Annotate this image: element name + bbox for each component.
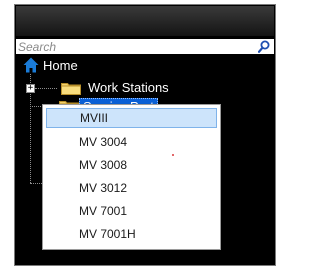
home-icon bbox=[23, 57, 39, 73]
tree-node-home[interactable]: Home bbox=[23, 57, 78, 73]
tree-node-label: Work Stations bbox=[88, 80, 169, 95]
dropdown-item[interactable]: MVIII bbox=[46, 108, 217, 128]
tree-guide-line bbox=[35, 88, 57, 89]
panel-title-bar bbox=[16, 6, 274, 36]
home-label: Home bbox=[43, 57, 78, 73]
search-input[interactable] bbox=[16, 39, 254, 54]
dropdown-item[interactable]: MV 3012 bbox=[46, 178, 217, 198]
dropdown-item[interactable]: MV 3008 bbox=[46, 155, 217, 175]
expand-toggle[interactable]: + bbox=[26, 84, 35, 93]
marker-dot bbox=[172, 154, 174, 156]
hidden-label-fragment bbox=[236, 169, 244, 179]
dropdown-item[interactable]: MV 7001H bbox=[46, 224, 217, 244]
search-bar bbox=[16, 39, 274, 54]
search-icon[interactable] bbox=[258, 40, 270, 53]
folder-icon bbox=[61, 83, 81, 95]
dropdown-item[interactable]: MV 7001 bbox=[46, 201, 217, 221]
model-dropdown-list[interactable]: MVIII MV 3004 MV 3008 MV 3012 MV 7001 MV… bbox=[42, 104, 221, 250]
dropdown-item[interactable]: MV 3004 bbox=[46, 132, 217, 152]
